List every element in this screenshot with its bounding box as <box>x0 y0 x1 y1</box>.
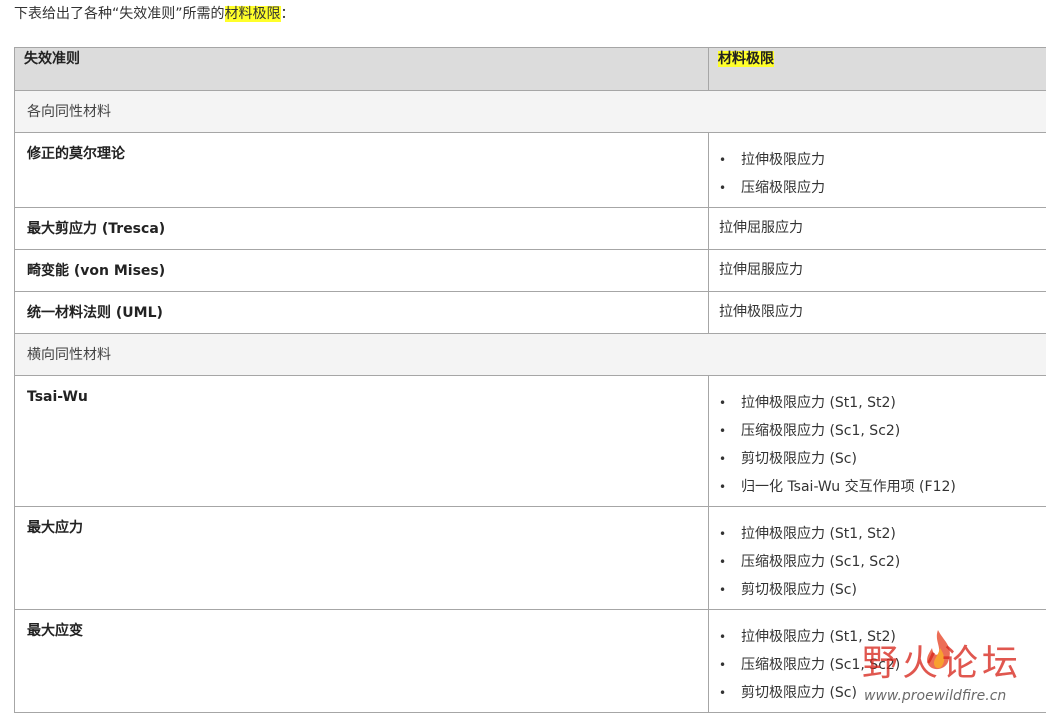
intro-sentence: 下表给出了各种“失效准则”所需的材料极限： <box>14 4 295 24</box>
limits-list: • 拉伸极限应力 • 压缩极限应力 <box>709 133 1046 202</box>
limits-list: • 拉伸极限应力 (St1, St2) • 压缩极限应力 (Sc1, Sc2) • 剪… <box>709 507 1046 604</box>
table-row: 统一材料法则 (UML) 拉伸极限应力 <box>14 291 1046 334</box>
list-item: • 拉伸极限应力 <box>719 146 1046 174</box>
table-row: Tsai-Wu • 拉伸极限应力 (St1, St2) • 压缩极限应力 (Sc1,… <box>14 375 1046 507</box>
list-item: • 剪切极限应力 (Sc) <box>719 445 1046 473</box>
limit-value: 拉伸屈服应力 <box>719 220 803 236</box>
criterion-name: 修正的莫尔理论 <box>27 146 125 162</box>
bullet-icon: • <box>719 527 727 541</box>
bullet-icon: • <box>719 480 727 494</box>
group-row-isotropic: 各向同性材料 <box>14 90 1046 133</box>
table-row: 修正的莫尔理论 • 拉伸极限应力 • 压缩极限应力 <box>14 132 1046 208</box>
list-item: • 剪切极限应力 (Sc) <box>719 679 1046 707</box>
list-item: • 拉伸极限应力 (St1, St2) <box>719 623 1046 651</box>
list-item: • 压缩极限应力 <box>719 174 1046 202</box>
intro-text: 下表给出了各种“失效准则”所需的 <box>14 6 225 22</box>
list-item: • 压缩极限应力 (Sc1, Sc2) <box>719 651 1046 679</box>
failure-criteria-table: 失效准则 材料极限 各向同性材料 修正的莫尔理论 • 拉伸极限应力 • 压缩极限应力… <box>14 47 1046 713</box>
header-limits-highlight: 材料极限 <box>718 51 774 67</box>
criterion-name: 最大应变 <box>27 623 83 639</box>
criterion-name: 统一材料法则 (UML) <box>27 305 163 321</box>
intro-highlight: 材料极限 <box>224 6 281 22</box>
intro-punctuation: ： <box>280 6 295 22</box>
criterion-name: 畸变能 (von Mises) <box>27 263 166 279</box>
criterion-name: Tsai-Wu <box>27 389 88 405</box>
list-item: • 剪切极限应力 (Sc) <box>719 576 1046 604</box>
bullet-icon: • <box>719 153 727 167</box>
limit-value: 拉伸极限应力 <box>719 304 803 320</box>
list-item: • 归一化 Tsai-Wu 交互作用项 (F12) <box>719 473 1046 501</box>
header-limits: 材料极限 <box>708 47 1046 91</box>
criterion-name: 最大剪应力 (Tresca) <box>27 221 166 237</box>
list-item: • 压缩极限应力 (Sc1, Sc2) <box>719 417 1046 445</box>
bullet-icon: • <box>719 658 727 672</box>
group-label: 横向同性材料 <box>27 346 111 363</box>
header-criterion: 失效准则 <box>14 47 709 91</box>
limits-list: • 拉伸极限应力 (St1, St2) • 压缩极限应力 (Sc1, Sc2) • 剪… <box>709 610 1046 707</box>
list-item: • 压缩极限应力 (Sc1, Sc2) <box>719 548 1046 576</box>
table-row: 最大应力 • 拉伸极限应力 (St1, St2) • 压缩极限应力 (Sc1, Sc… <box>14 506 1046 610</box>
group-label: 各向同性材料 <box>27 103 111 120</box>
list-item: • 拉伸极限应力 (St1, St2) <box>719 520 1046 548</box>
bullet-icon: • <box>719 686 727 700</box>
bullet-icon: • <box>719 396 727 410</box>
group-row-transverse: 横向同性材料 <box>14 333 1046 376</box>
table-row: 最大剪应力 (Tresca) 拉伸屈服应力 <box>14 207 1046 250</box>
list-item: • 拉伸极限应力 (St1, St2) <box>719 389 1046 417</box>
bullet-icon: • <box>719 181 727 195</box>
table-row: 畸变能 (von Mises) 拉伸屈服应力 <box>14 249 1046 292</box>
bullet-icon: • <box>719 424 727 438</box>
criterion-name: 最大应力 <box>27 520 83 536</box>
bullet-icon: • <box>719 583 727 597</box>
table-row: 最大应变 • 拉伸极限应力 (St1, St2) • 压缩极限应力 (Sc1, Sc… <box>14 609 1046 713</box>
table-header-row: 失效准则 材料极限 <box>14 47 1046 91</box>
bullet-icon: • <box>719 630 727 644</box>
limit-value: 拉伸屈服应力 <box>719 262 803 278</box>
limits-list: • 拉伸极限应力 (St1, St2) • 压缩极限应力 (Sc1, Sc2) • 剪… <box>709 376 1046 501</box>
bullet-icon: • <box>719 555 727 569</box>
bullet-icon: • <box>719 452 727 466</box>
